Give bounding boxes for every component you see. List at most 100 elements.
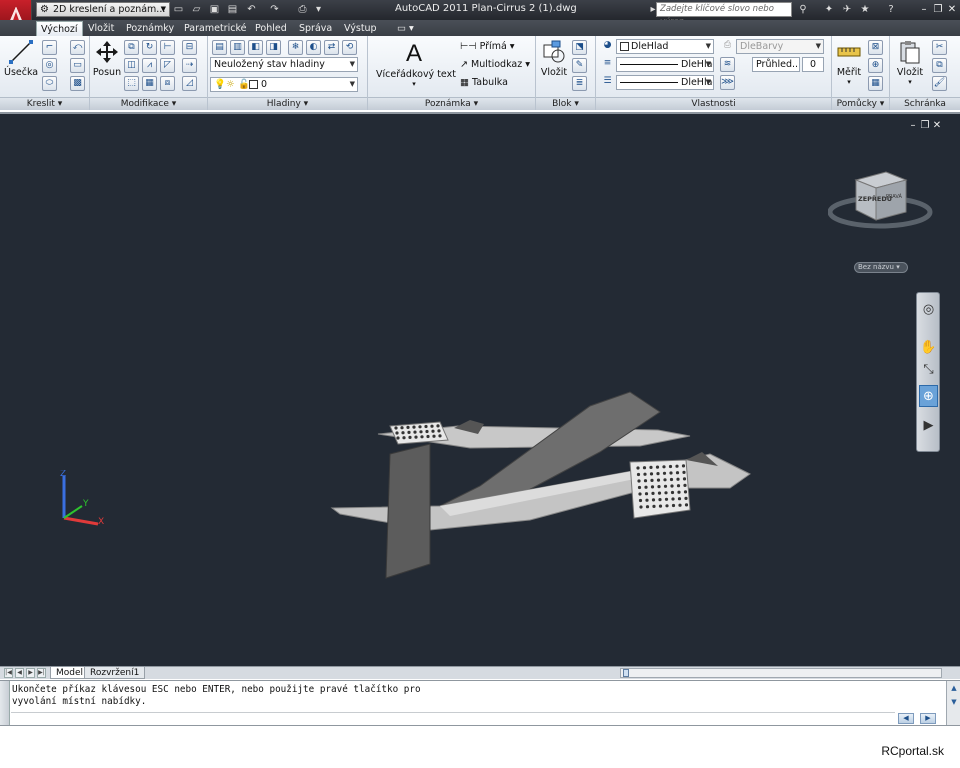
scroll-right-icon[interactable]: ▶	[920, 713, 936, 724]
tab-insert[interactable]: Vložit	[84, 21, 118, 36]
match-properties-icon[interactable]: 🖌	[932, 76, 947, 91]
restore-icon[interactable]: ❐	[920, 120, 930, 131]
transparency-input[interactable]: 0	[802, 57, 824, 72]
measure-button[interactable]: Měřit ▾	[834, 39, 864, 86]
dimension-linear-button[interactable]: ⊢⊣ Přímá ▾	[460, 41, 515, 52]
panel-block-title[interactable]: Blok ▾	[536, 97, 595, 110]
command-vertical-scrollbar[interactable]: ▲ ▼	[946, 681, 960, 725]
search-input[interactable]: Zadejte klíčové slovo nebo výraz.	[656, 2, 792, 27]
communication-center-icon[interactable]: ✈	[840, 3, 854, 17]
copy-object-icon[interactable]: ⧉	[124, 40, 139, 55]
pan-hand-icon[interactable]: ✋	[919, 337, 938, 359]
orbit-icon[interactable]: ⊕	[919, 385, 938, 407]
first-layout-icon[interactable]: |◀	[4, 668, 13, 678]
tab-layout1[interactable]: Rozvržení1	[84, 667, 146, 679]
drawing-viewport[interactable]: – ❐ ✕ ZEPŘEDU PRAVÁ Bez názvu ▾ ◎ ✋ ⤡ ⊕ ▶ …	[0, 112, 960, 666]
edit-polyline-icon[interactable]: ◿	[182, 76, 197, 91]
arc-icon[interactable]: ⤺	[70, 40, 85, 55]
command-line-grip[interactable]	[0, 681, 10, 725]
panel-draw-title[interactable]: Kreslit ▾	[0, 97, 89, 110]
linetype-select[interactable]: DleHlad ▼	[616, 75, 714, 90]
layer-select[interactable]: 💡 ☼ 🔓 0 ▼	[210, 77, 358, 92]
move-button[interactable]: Posun	[92, 39, 122, 78]
scrollbar-thumb[interactable]	[623, 669, 629, 677]
rotate-icon[interactable]: ↻	[142, 40, 157, 55]
linetype-icon[interactable]: ☰	[600, 75, 615, 90]
rectangle-icon[interactable]: ▭	[70, 58, 85, 73]
tab-extra-dropdown[interactable]: ▭ ▾	[393, 21, 418, 36]
color-select[interactable]: DleHlad ▼	[616, 39, 714, 54]
list-icon[interactable]: ≋	[720, 57, 735, 72]
redo-icon[interactable]: ↷	[268, 3, 281, 16]
panel-properties-title[interactable]: Vlastnosti	[596, 97, 831, 110]
scroll-left-icon[interactable]: ◀	[898, 713, 914, 724]
scroll-down-icon[interactable]: ▼	[949, 697, 959, 707]
mirror-icon[interactable]: ⩘	[142, 58, 157, 73]
tab-home[interactable]: Výchozí	[36, 21, 83, 36]
mtext-button[interactable]: A Víceřádkový text ▾	[376, 39, 456, 88]
qat-dropdown-icon[interactable]: ▾	[312, 3, 325, 16]
panel-annotation-title[interactable]: Poznámka ▾	[368, 97, 535, 110]
new-file-icon[interactable]: ▭	[172, 3, 185, 16]
restore-icon[interactable]: ❐	[932, 3, 944, 16]
glider-3d-model[interactable]	[330, 382, 760, 582]
last-layout-icon[interactable]: ▶|	[37, 668, 46, 678]
workspace-select[interactable]: ⚙ 2D kreslení a poznám... ▼	[36, 2, 170, 17]
circle-icon[interactable]: ◎	[42, 58, 57, 73]
undo-icon[interactable]: ↶	[245, 3, 258, 16]
multileader-button[interactable]: ↗ Multiodkaz ▾	[460, 59, 530, 70]
fillet-icon[interactable]: ◸	[160, 58, 175, 73]
calculator-icon[interactable]: ▦	[868, 76, 883, 91]
tab-view[interactable]: Pohled	[251, 21, 291, 36]
subscription-icon[interactable]: ✦	[822, 3, 836, 17]
insert-block-button[interactable]: Vložit	[538, 39, 570, 78]
lineweight-select[interactable]: DleHlad ▼	[616, 57, 714, 72]
stretch-icon[interactable]: ◫	[124, 58, 139, 73]
layer-unisolate-icon[interactable]: ◨	[266, 40, 281, 55]
edit-attributes-icon[interactable]: ≣	[572, 76, 587, 91]
panel-clipboard-title[interactable]: Schránka	[890, 97, 960, 110]
array-icon[interactable]: ▦	[142, 76, 157, 91]
viewcube[interactable]: ZEPŘEDU PRAVÁ	[828, 170, 938, 240]
prev-layout-icon[interactable]: ◀	[15, 668, 24, 678]
panel-modify-title[interactable]: Modifikace ▾	[90, 97, 207, 110]
erase-icon[interactable]: ⊟	[182, 40, 197, 55]
layer-state-icon[interactable]: ▥	[230, 40, 245, 55]
offset-icon[interactable]: ⧈	[160, 76, 175, 91]
showmotion-icon[interactable]: ▶	[919, 415, 938, 437]
layer-properties-icon[interactable]: ▤	[212, 40, 227, 55]
hatch-icon[interactable]: ▩	[70, 76, 85, 91]
layer-walk-icon[interactable]: ⟲	[342, 40, 357, 55]
close-icon[interactable]: ✕	[932, 120, 942, 131]
copy-icon[interactable]: ⧉	[932, 58, 947, 73]
color-wheel-icon[interactable]: ◕	[600, 39, 615, 54]
panel-utilities-title[interactable]: Pomůcky ▾	[832, 97, 889, 110]
layer-isolate-icon[interactable]: ◧	[248, 40, 263, 55]
explode-icon[interactable]: ⇢	[182, 58, 197, 73]
edit-block-icon[interactable]: ✎	[572, 58, 587, 73]
save-icon[interactable]: ▣	[208, 3, 221, 16]
scroll-up-icon[interactable]: ▲	[949, 683, 959, 693]
minimize-icon[interactable]: –	[908, 120, 918, 131]
steering-wheel-icon[interactable]: ◎	[919, 299, 938, 321]
print-icon[interactable]: ⎙	[296, 3, 309, 16]
create-block-icon[interactable]: ⬔	[572, 40, 587, 55]
viewcube-right-face[interactable]: PRAVÁ	[886, 193, 902, 200]
save-as-icon[interactable]: ▤	[226, 3, 239, 16]
binoculars-icon[interactable]: ⚲	[796, 3, 810, 17]
ellipse-icon[interactable]: ⬭	[42, 76, 57, 91]
next-layout-icon[interactable]: ▶	[26, 668, 35, 678]
layer-state-select[interactable]: Neuložený stav hladiny ▼	[210, 57, 358, 72]
paste-button[interactable]: Vložit ▾	[894, 39, 926, 86]
panel-layers-title[interactable]: Hladiny ▾	[208, 97, 367, 110]
open-folder-icon[interactable]: ▱	[190, 3, 203, 16]
tab-output[interactable]: Výstup	[340, 21, 381, 36]
tab-manage[interactable]: Správa	[295, 21, 336, 36]
point-style-icon[interactable]: ⊕	[868, 58, 883, 73]
scale-icon[interactable]: ⬚	[124, 76, 139, 91]
horizontal-scrollbar[interactable]	[620, 668, 942, 678]
zoom-extents-icon[interactable]: ⤡	[919, 359, 938, 381]
tab-parametric[interactable]: Parametrické	[180, 21, 250, 36]
quick-select-icon[interactable]: ⊠	[868, 40, 883, 55]
lineweight-icon[interactable]: ≡	[600, 57, 615, 72]
